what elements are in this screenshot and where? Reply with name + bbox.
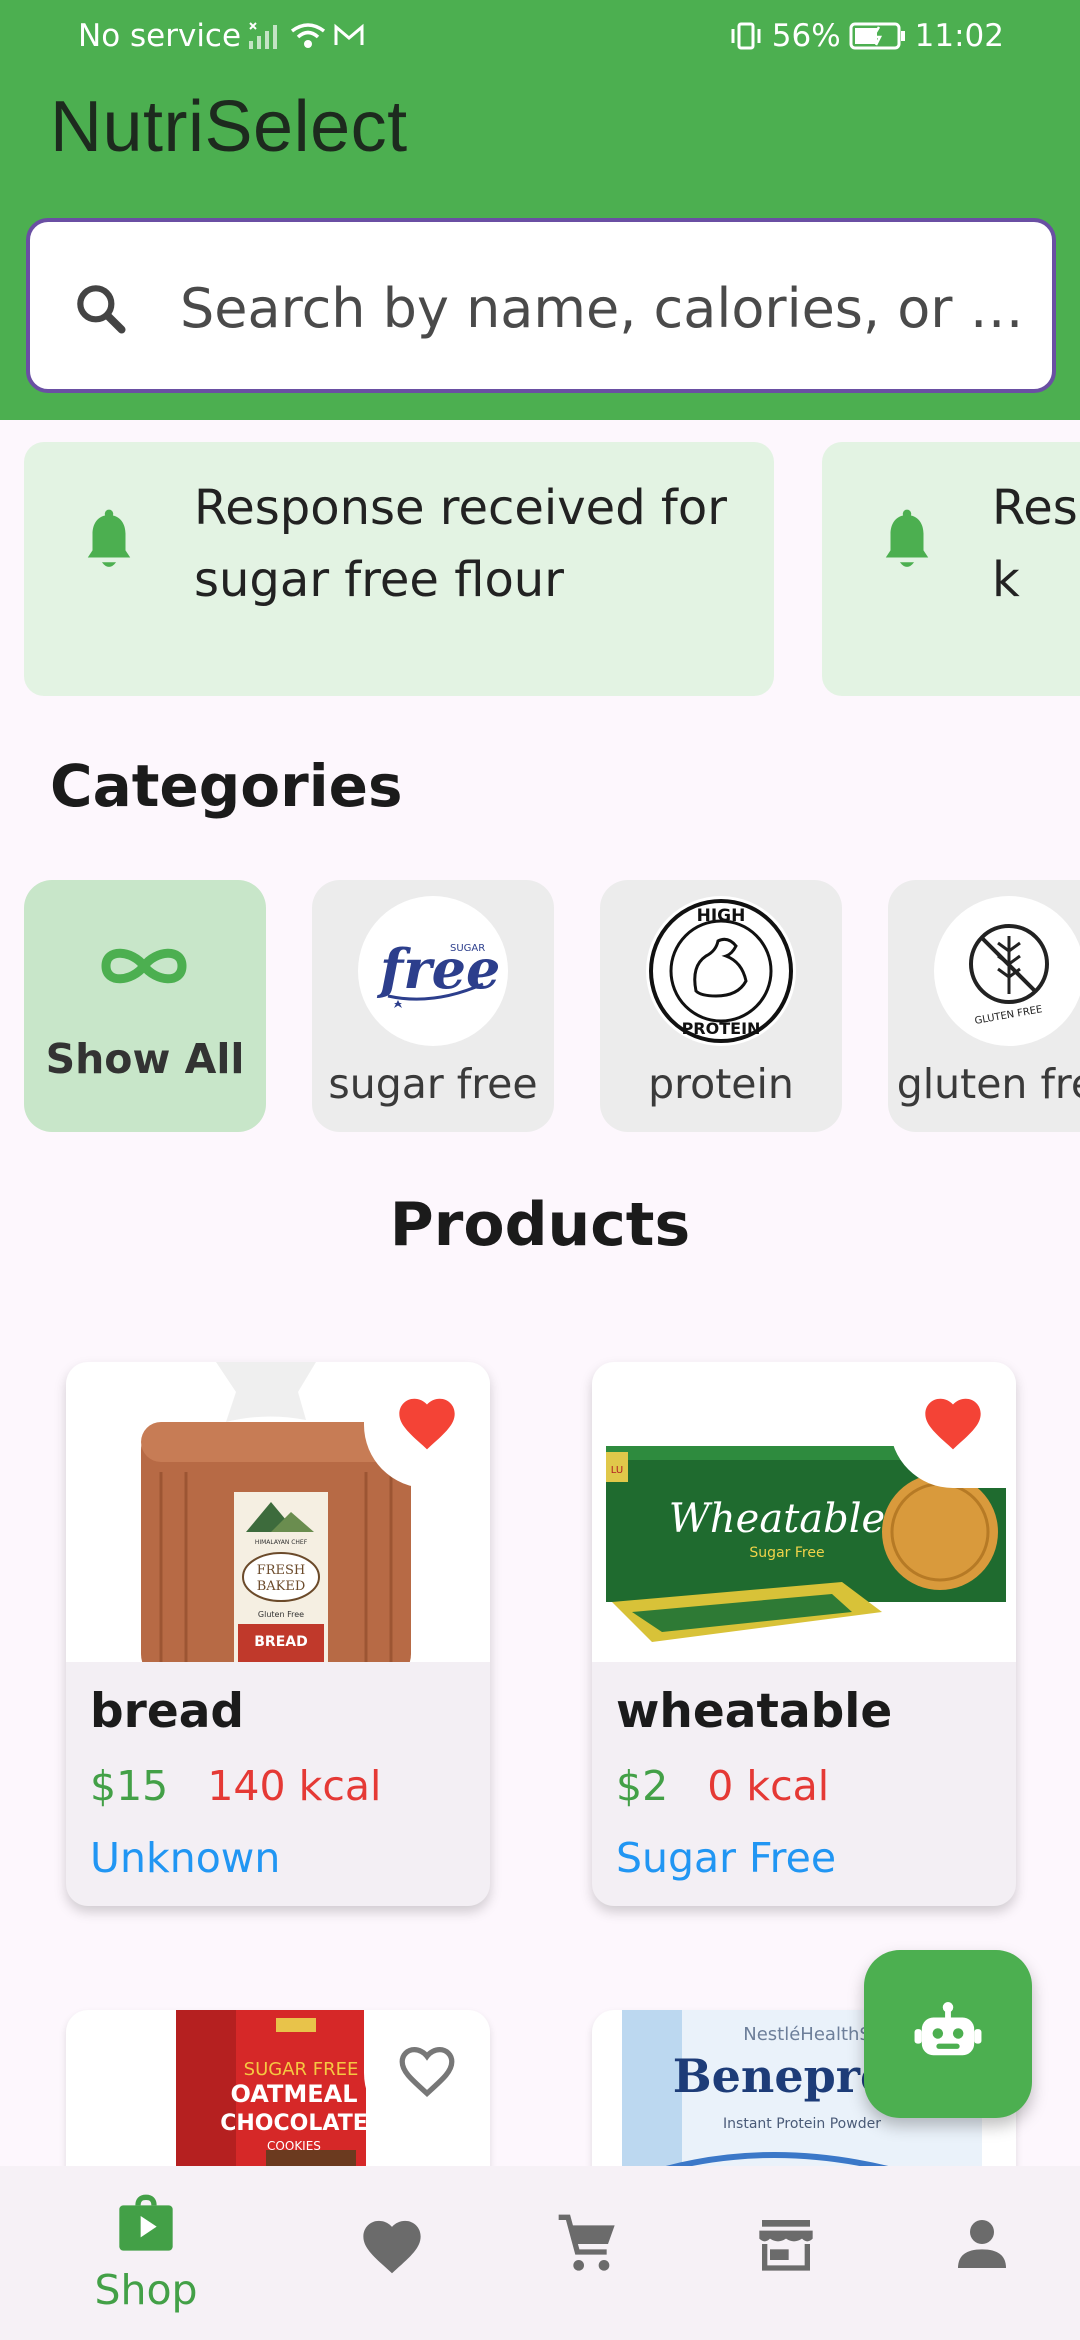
bell-icon: [80, 508, 138, 578]
price-row: $15 140 kcal: [90, 1762, 381, 1810]
categories-carousel[interactable]: Show All SUGAR free sugar free HIGH PROT…: [0, 880, 1080, 1136]
svg-text:free: free: [376, 937, 500, 1001]
bell-icon: [878, 508, 936, 578]
favorite-button[interactable]: [364, 2010, 490, 2136]
nav-item-store[interactable]: [678, 2166, 894, 2340]
sugar-free-logo: SUGAR free: [358, 896, 508, 1046]
svg-text:Wheatable: Wheatable: [669, 1496, 885, 1542]
nav-item-shop[interactable]: Shop: [38, 2166, 254, 2340]
svg-text:HIGH: HIGH: [697, 906, 746, 926]
search-icon: [70, 278, 132, 344]
search-input[interactable]: Search by name, calories, or …: [180, 264, 1040, 354]
product-kcal: 0 kcal: [707, 1762, 830, 1810]
no-signal-icon: [247, 21, 283, 51]
category-label: protein: [648, 1060, 794, 1108]
category-sugar-free[interactable]: SUGAR free sugar free: [312, 880, 554, 1132]
bottom-navigation: Shop: [0, 2166, 1080, 2340]
person-icon: [950, 2212, 1014, 2280]
favorite-button[interactable]: [890, 1362, 1016, 1488]
heart-icon: [359, 2216, 425, 2280]
product-card-wheatable[interactable]: LU Wheatable Sugar Free wheatable $2 0 k…: [592, 1362, 1016, 1906]
battery-charging-icon: [849, 22, 907, 50]
product-name: bread: [90, 1684, 245, 1739]
svg-text:Instant Protein Powder: Instant Protein Powder: [723, 2116, 881, 2132]
svg-text:Gluten Free: Gluten Free: [258, 1610, 304, 1619]
robot-icon: [912, 2000, 984, 2068]
search-bar[interactable]: Search by name, calories, or …: [26, 218, 1056, 393]
product-price: $15: [90, 1762, 169, 1810]
svg-text:GLUTEN FREE: GLUTEN FREE: [974, 1004, 1043, 1027]
high-protein-logo: HIGH PROTEIN: [646, 896, 796, 1046]
category-gluten-free[interactable]: GLUTEN FREE gluten free: [888, 880, 1080, 1132]
category-label: sugar free: [328, 1060, 538, 1108]
category-protein[interactable]: HIGH PROTEIN protein: [600, 880, 842, 1132]
nav-item-profile[interactable]: [874, 2166, 1080, 2340]
notification-card[interactable]: Response received for k: [822, 442, 1080, 696]
status-bar: No service 56% 11:02: [0, 0, 1080, 75]
nav-item-cart[interactable]: [480, 2166, 696, 2340]
svg-text:SUGAR FREE: SUGAR FREE: [244, 2059, 359, 2080]
notification-carousel[interactable]: Response received for sugar free flour R…: [0, 442, 1080, 698]
category-show-all[interactable]: Show All: [24, 880, 266, 1132]
product-kcal: 140 kcal: [207, 1762, 382, 1810]
favorite-button[interactable]: [364, 1362, 490, 1488]
product-tag: Unknown: [90, 1834, 281, 1882]
category-label: gluten free: [896, 1060, 1080, 1108]
svg-text:Sugar Free: Sugar Free: [749, 1545, 824, 1561]
notification-card[interactable]: Response received for sugar free flour: [24, 442, 774, 696]
nav-item-favorites[interactable]: [284, 2166, 500, 2340]
svg-text:OATMEAL: OATMEAL: [231, 2080, 358, 2108]
category-label: Show All: [45, 1035, 245, 1083]
cart-icon: [556, 2212, 620, 2280]
mail-icon: [333, 23, 365, 49]
svg-text:NestléHealthSc: NestléHealthSc: [743, 2024, 880, 2045]
app-title: NutriSelect: [50, 87, 408, 167]
products-title: Products: [389, 1190, 691, 1260]
notification-text: Response received for k: [992, 480, 1080, 608]
carrier-text: No service: [78, 18, 242, 54]
svg-text:BAKED: BAKED: [257, 1579, 306, 1594]
heart-filled-icon: [395, 1394, 459, 1456]
categories-title: Categories: [50, 752, 403, 820]
product-name: wheatable: [616, 1684, 893, 1739]
product-tag: Sugar Free: [616, 1834, 837, 1882]
svg-text:CHOCOLATE: CHOCOLATE: [220, 2111, 367, 2136]
product-price: $2: [616, 1762, 669, 1810]
infinity-icon: [94, 936, 194, 1000]
store-icon: [754, 2212, 818, 2280]
chatbot-fab[interactable]: [864, 1950, 1032, 2118]
price-row: $2 0 kcal: [616, 1762, 829, 1810]
svg-text:PROTEIN: PROTEIN: [682, 1019, 761, 1038]
vibrate-icon: [728, 21, 764, 51]
svg-text:HIMALAYAN CHEF: HIMALAYAN CHEF: [255, 1539, 308, 1546]
clock-time: 11:02: [914, 18, 1004, 54]
svg-text:LU: LU: [611, 1465, 623, 1476]
battery-percent: 56%: [771, 18, 841, 54]
heart-filled-icon: [921, 1394, 985, 1456]
gluten-free-logo: GLUTEN FREE: [934, 896, 1080, 1046]
nav-label: Shop: [94, 2266, 198, 2314]
app-header: No service 56% 11:02 NutriSelect Search …: [0, 0, 1080, 420]
notification-text: Response received for sugar free flour: [194, 480, 727, 608]
heart-outline-icon: [395, 2042, 459, 2104]
product-card-bread[interactable]: HIMALAYAN CHEF FRESH BAKED Gluten Free B…: [66, 1362, 490, 1906]
svg-text:FRESH: FRESH: [257, 1563, 306, 1578]
svg-text:BREAD: BREAD: [254, 1634, 307, 1650]
shop-bag-icon: [114, 2192, 178, 2260]
wifi-icon: [289, 21, 327, 51]
